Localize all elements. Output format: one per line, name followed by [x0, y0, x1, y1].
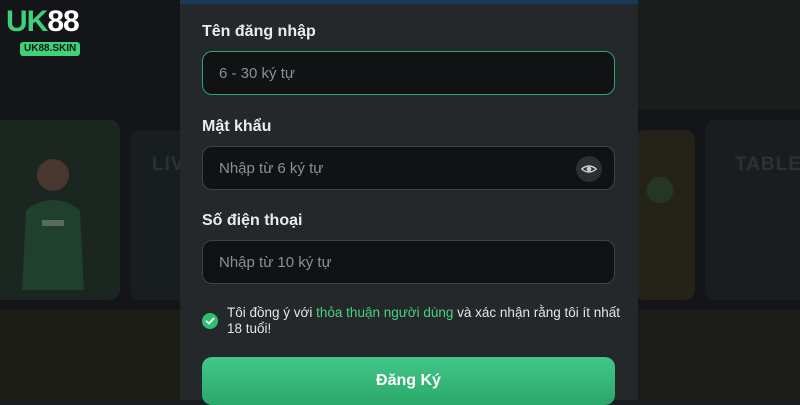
user-agreement-link[interactable]: thỏa thuận người dùng — [316, 305, 453, 320]
username-label: Tên đăng nhập — [202, 23, 316, 40]
agreement-checkbox[interactable] — [202, 313, 218, 329]
username-placeholder: 6 - 30 ký tự — [219, 64, 295, 82]
password-input[interactable]: Nhập từ 6 ký tự — [202, 146, 615, 190]
register-form: Tên đăng nhập 6 - 30 ký tự Mật khẩu Nhập… — [180, 0, 638, 405]
brand-logo[interactable]: UK88 UK88.SKIN — [6, 5, 81, 56]
logo-domain: UK88.SKIN — [20, 42, 81, 56]
eye-icon[interactable] — [576, 156, 602, 182]
agreement-text: Tôi đồng ý với thỏa thuận người dùng và … — [227, 305, 621, 336]
check-icon — [205, 317, 215, 325]
logo-wordmark: UK88 — [6, 5, 80, 38]
phone-input[interactable]: Nhập từ 10 ký tự — [202, 240, 615, 284]
phone-placeholder: Nhập từ 10 ký tự — [219, 253, 332, 271]
phone-label: Số điện thoại — [202, 212, 303, 229]
panel-top-strip — [180, 0, 638, 4]
register-button[interactable]: Đăng Ký — [202, 357, 615, 405]
password-placeholder: Nhập từ 6 ký tự — [219, 159, 324, 177]
password-label: Mật khẩu — [202, 118, 272, 135]
username-input[interactable]: 6 - 30 ký tự — [202, 51, 615, 95]
